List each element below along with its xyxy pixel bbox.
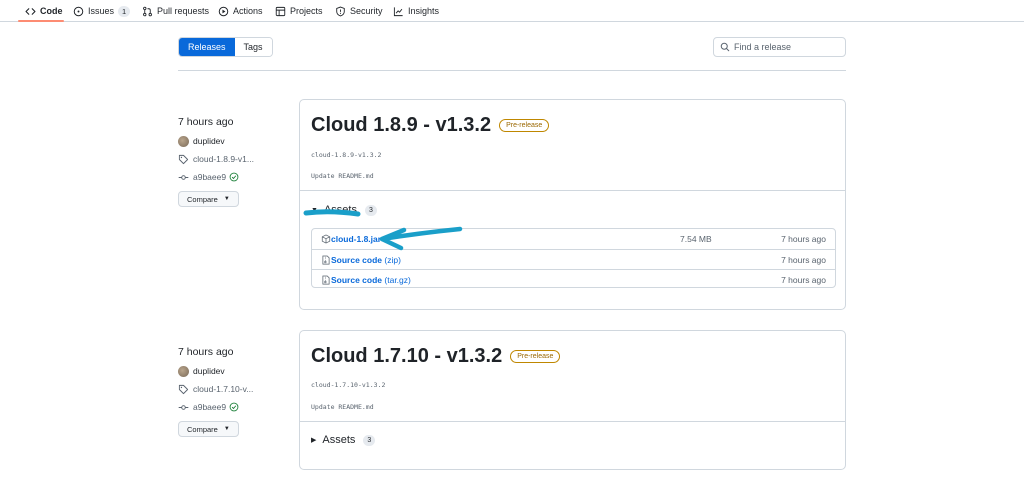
- repo-nav: Code Issues 1 Pull requests Actions Proj…: [0, 0, 1024, 22]
- tag-link[interactable]: cloud-1.7.10-v...: [193, 384, 253, 394]
- pre-release-badge: Pre-release: [499, 119, 550, 132]
- chevron-down-icon: ▼: [223, 426, 230, 432]
- release-2-meta: 7 hours ago duplidev cloud-1.7.10-v... a…: [178, 346, 253, 437]
- card-divider: [300, 421, 845, 422]
- release-tag-text: cloud-1.8.9-v1.3.2: [311, 151, 382, 159]
- tab-projects[interactable]: Projects: [274, 0, 323, 22]
- release-tag-text: cloud-1.7.10-v1.3.2: [311, 381, 386, 389]
- package-icon: [321, 234, 331, 244]
- tab-insights[interactable]: Insights: [392, 0, 439, 22]
- release-time: 7 hours ago: [178, 116, 234, 128]
- release-title[interactable]: Cloud 1.8.9 - v1.3.2: [311, 114, 491, 137]
- compare-label: Compare: [187, 194, 218, 204]
- asset-link[interactable]: cloud-1.8.jar: [331, 234, 381, 244]
- search-input[interactable]: [734, 42, 834, 52]
- release-card-1: Cloud 1.8.9 - v1.3.2 Pre-release cloud-1…: [299, 99, 846, 310]
- graph-icon: [392, 5, 404, 17]
- issues-count: 1: [118, 5, 131, 17]
- header-divider: [178, 70, 846, 71]
- tab-label: Projects: [290, 6, 323, 16]
- tab-label: Insights: [408, 6, 440, 16]
- tab-actions[interactable]: Actions: [217, 0, 263, 22]
- assets-label: Assets: [323, 204, 357, 216]
- releases-tags-toggle: Releases Tags: [178, 37, 273, 57]
- check-circle-icon: [229, 402, 239, 412]
- release-card-2: Cloud 1.7.10 - v1.3.2 Pre-release cloud-…: [299, 330, 846, 470]
- pre-release-badge: Pre-release: [510, 350, 561, 363]
- tab-label: Code: [40, 6, 63, 16]
- assets-toggle[interactable]: ▶ Assets 3: [311, 434, 376, 446]
- release-time: 7 hours ago: [178, 346, 234, 358]
- asset-size: 7.54 MB: [680, 234, 712, 244]
- tag-link[interactable]: cloud-1.8.9-v1...: [193, 154, 254, 164]
- tab-label: Issues: [88, 6, 115, 16]
- tags-button[interactable]: Tags: [234, 38, 272, 56]
- tab-label: Pull requests: [157, 6, 210, 16]
- assets-list: cloud-1.8.jar 7.54 MB 7 hours ago Source…: [311, 228, 836, 288]
- release-body-text: Update README.md: [311, 403, 374, 411]
- tag-icon: [178, 154, 189, 165]
- check-circle-icon: [229, 172, 239, 182]
- assets-count: 3: [363, 434, 376, 446]
- asset-row: cloud-1.8.jar 7.54 MB 7 hours ago: [312, 229, 835, 249]
- issue-icon: [72, 5, 84, 17]
- release-body-text: Update README.md: [311, 172, 374, 180]
- author-link[interactable]: duplidev: [193, 136, 225, 146]
- releases-button[interactable]: Releases: [179, 38, 235, 56]
- avatar[interactable]: [178, 135, 189, 147]
- asset-time: 7 hours ago: [781, 254, 826, 265]
- triangle-down-icon: ▼: [311, 206, 318, 214]
- assets-label: Assets: [322, 434, 356, 446]
- pull-request-icon: [141, 5, 153, 17]
- release-1-meta: 7 hours ago duplidev cloud-1.8.9-v1... a…: [178, 116, 254, 207]
- tab-issues[interactable]: Issues 1: [72, 0, 131, 22]
- tag-icon: [178, 384, 189, 395]
- commit-icon: [178, 172, 189, 183]
- commit-icon: [178, 402, 189, 413]
- compare-label: Compare: [187, 424, 218, 434]
- source-targz-link[interactable]: Source code (tar.gz): [331, 275, 411, 285]
- assets-toggle[interactable]: ▼ Assets 3: [311, 204, 377, 216]
- search-icon: [720, 42, 730, 52]
- tab-code[interactable]: Code: [24, 0, 63, 22]
- assets-count: 3: [364, 204, 377, 216]
- avatar[interactable]: [178, 365, 189, 377]
- code-icon: [24, 5, 36, 17]
- tab-security[interactable]: Security: [334, 0, 383, 22]
- file-zip-icon: [321, 275, 331, 285]
- shield-icon: [334, 5, 346, 17]
- chevron-down-icon: ▼: [223, 196, 230, 202]
- play-icon: [217, 5, 229, 17]
- find-release-search[interactable]: [713, 37, 846, 57]
- tab-label: Actions: [233, 6, 263, 16]
- asset-time: 7 hours ago: [781, 234, 826, 244]
- compare-button[interactable]: Compare ▼: [178, 421, 239, 437]
- tab-label: Security: [350, 6, 383, 16]
- asset-row: Source code (zip) 7 hours ago: [312, 249, 835, 269]
- commit-link[interactable]: a9baee9: [193, 172, 226, 182]
- card-divider: [300, 190, 845, 191]
- author-link[interactable]: duplidev: [193, 366, 225, 376]
- table-icon: [274, 5, 286, 17]
- asset-row: Source code (tar.gz) 7 hours ago: [312, 269, 835, 289]
- active-tab-indicator: [18, 20, 64, 22]
- asset-time: 7 hours ago: [781, 274, 826, 285]
- file-zip-icon: [321, 255, 331, 265]
- triangle-right-icon: ▶: [311, 437, 317, 444]
- tab-pull-requests[interactable]: Pull requests: [141, 0, 209, 22]
- compare-button[interactable]: Compare ▼: [178, 191, 239, 207]
- commit-link[interactable]: a9baee9: [193, 402, 226, 412]
- source-zip-link[interactable]: Source code (zip): [331, 255, 401, 265]
- release-title[interactable]: Cloud 1.7.10 - v1.3.2: [311, 345, 502, 368]
